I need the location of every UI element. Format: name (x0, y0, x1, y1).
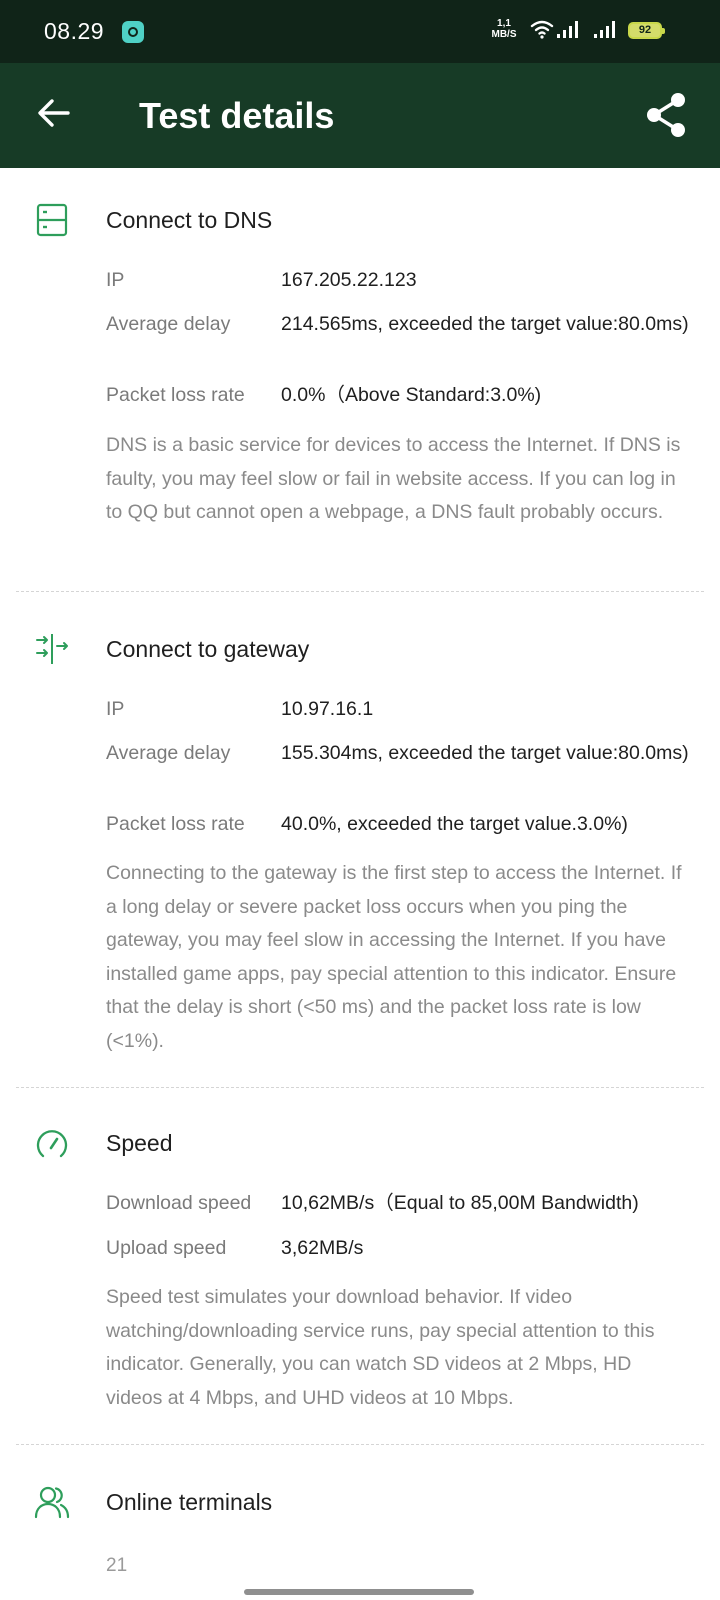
users-icon (34, 1486, 70, 1519)
speedometer-icon (36, 1130, 68, 1158)
gateway-description: Connecting to the gateway is the first s… (106, 862, 682, 1052)
notification-app-icon (122, 21, 144, 43)
arrow-left-icon[interactable] (36, 95, 72, 131)
wifi-icon (530, 20, 554, 39)
network-speed-unit: MB/S (491, 29, 517, 40)
section-title-speed: Speed (106, 1130, 173, 1156)
battery-icon: 92 (628, 22, 665, 39)
row-label: Download speed (106, 1192, 252, 1214)
section-title-dns: Connect to DNS (106, 207, 273, 233)
app-bar: Test details (0, 63, 720, 168)
row-value: 0.0%（Above Standard:3.0%) (281, 384, 542, 406)
row-value: 155.304ms, exceeded the target value:80.… (281, 742, 689, 764)
status-time: 08.29 (44, 18, 105, 44)
section-title-gateway: Connect to gateway (106, 636, 310, 662)
row-label: Average delay (106, 313, 231, 335)
gateway-arrows-icon (36, 634, 68, 664)
dns-description: DNS is a basic service for devices to ac… (106, 434, 681, 523)
row-label: Packet loss rate (106, 813, 245, 835)
row-label: Packet loss rate (106, 384, 245, 406)
server-icon (36, 203, 68, 237)
row-value: 214.565ms, exceeded the target value:80.… (281, 313, 689, 335)
signal-icon-sim1 (557, 21, 578, 38)
row-value: 10.97.16.1 (281, 698, 374, 720)
home-indicator[interactable] (244, 1589, 474, 1595)
signal-icon-sim2 (594, 21, 615, 38)
network-speed: 1,1 MB/S (487, 18, 521, 40)
share-icon[interactable] (644, 91, 688, 139)
row-value: 40.0%, exceeded the target value.3.0%) (281, 813, 628, 835)
row-label: Average delay (106, 742, 231, 764)
row-value: 167.205.22.123 (281, 269, 417, 291)
divider (16, 591, 704, 592)
divider (16, 1087, 704, 1088)
network-speed-value: 1,1 (497, 18, 511, 29)
terminals-count: 21 (106, 1555, 128, 1576)
status-bar: 08.29 1,1 MB/S 92 (0, 0, 720, 63)
row-label: IP (106, 269, 125, 291)
divider (16, 1444, 704, 1445)
row-label: IP (106, 698, 125, 720)
page-title: Test details (139, 95, 335, 136)
section-title-terminals: Online terminals (106, 1489, 273, 1515)
row-value: 3,62MB/s (281, 1237, 364, 1259)
row-label: Upload speed (106, 1237, 227, 1259)
speed-description: Speed test simulates your download behav… (106, 1286, 655, 1409)
row-value: 10,62MB/s（Equal to 85,00M Bandwidth) (281, 1192, 639, 1214)
